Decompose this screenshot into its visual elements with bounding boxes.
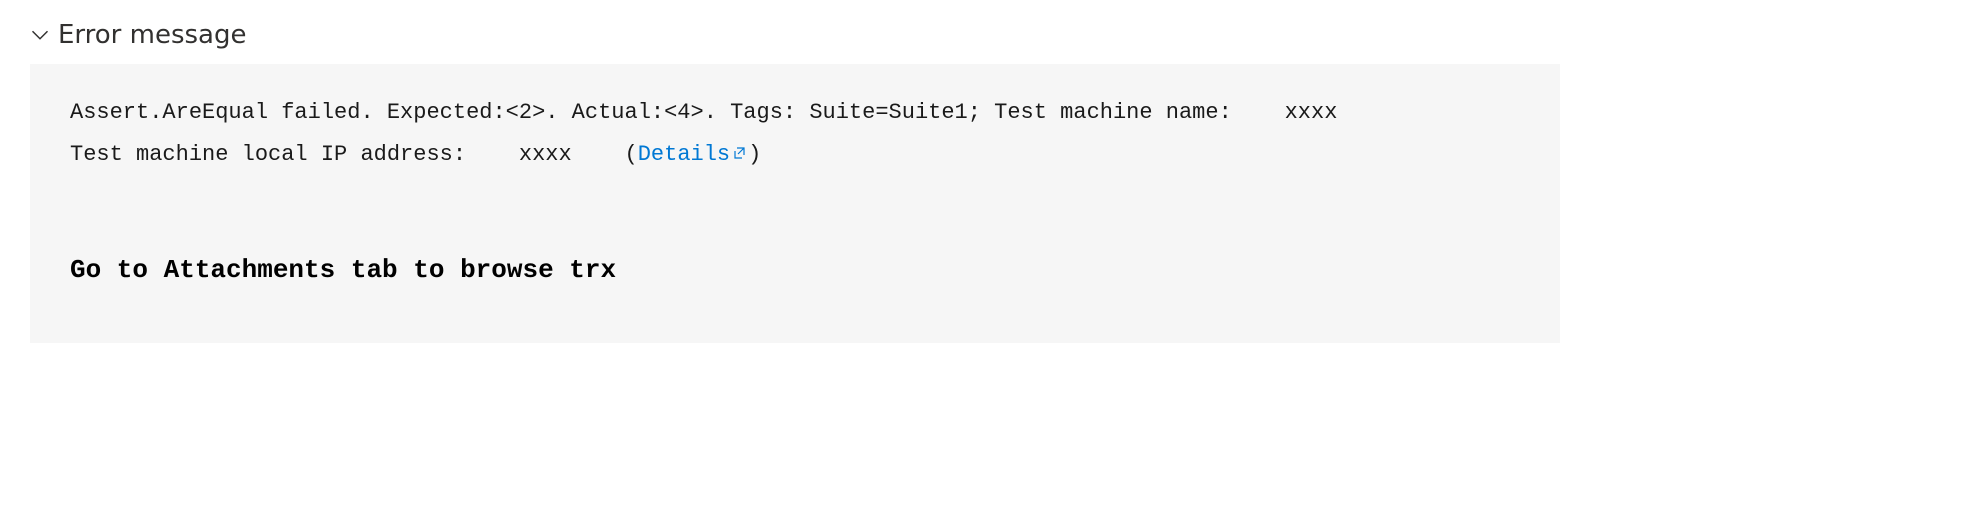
error-line-2-text: Test machine local IP address: [70, 142, 466, 167]
close-paren: ) [748, 142, 761, 167]
external-link-icon [732, 145, 748, 161]
details-link[interactable]: Details [638, 142, 748, 167]
error-line-2: Test machine local IP address: xxxx (Det… [70, 134, 1520, 176]
details-link-label: Details [638, 142, 730, 167]
spacer [70, 176, 1520, 246]
attachments-instruction: Go to Attachments tab to browse trx [70, 246, 1520, 295]
error-message-header[interactable]: Error message [30, 20, 1933, 50]
error-line-1-redacted: xxxx [1285, 100, 1338, 125]
chevron-down-icon [30, 25, 50, 45]
error-message-body: Assert.AreEqual failed. Expected:<2>. Ac… [30, 64, 1560, 343]
open-paren: ( [625, 142, 638, 167]
section-title: Error message [58, 20, 247, 50]
error-line-1: Assert.AreEqual failed. Expected:<2>. Ac… [70, 92, 1520, 134]
error-line-2-redacted: xxxx [519, 142, 572, 167]
error-line-1-text: Assert.AreEqual failed. Expected:<2>. Ac… [70, 100, 1232, 125]
